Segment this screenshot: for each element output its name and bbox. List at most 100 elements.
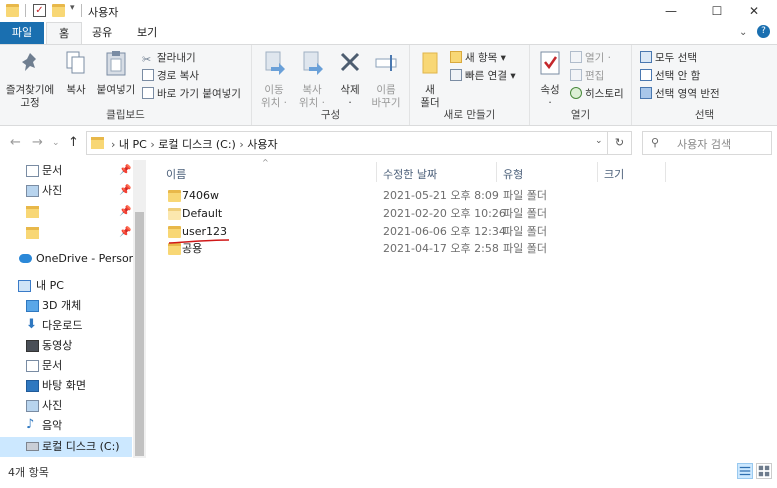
select-all-icon [640,51,652,63]
tab-share[interactable]: 공유 [80,22,124,44]
breadcrumb-users[interactable]: 사용자 [247,138,277,151]
nav-scrollbar-thumb[interactable] [135,212,144,456]
music-note-icon: ♪ [26,417,35,432]
film-icon [26,340,39,352]
nav-item-label: OneDrive - Personal [36,252,146,265]
nav-item-this-pc[interactable]: 내 PC [0,276,132,296]
minimize-button[interactable]: — [648,0,694,22]
open-group-label: 열기 [570,109,591,121]
table-row[interactable]: 7406w 2021-05-21 오후 8:09 파일 폴더 [160,187,777,205]
nav-item-folder-pinned[interactable]: 📌 [0,223,132,243]
address-bar[interactable]: › 내 PC › 로컬 디스크 (C:) › 사용자 ⌄ [86,131,608,155]
nav-item-local-disk[interactable]: 로컬 디스크 (C:) [0,437,132,457]
nav-item-label: 바탕 화면 [42,379,86,392]
search-box[interactable]: ⚲ 사용자 검색 [642,131,772,155]
tab-file[interactable]: 파일 [0,22,44,44]
breadcrumb-local-disk[interactable]: 로컬 디스크 (C:) [158,138,236,151]
table-row[interactable]: 공용 2021-04-17 오후 2:58 파일 폴더 [160,240,777,258]
column-header-size[interactable]: 크기 [604,166,624,182]
column-separator[interactable] [496,162,497,182]
open-button[interactable]: 열기 · [570,50,611,66]
table-row[interactable]: Default 2021-02-20 오후 10:26 파일 폴더 [160,205,777,223]
pin-to-quick-access-button[interactable]: 즐겨찾기에 고정 [2,49,58,110]
delete-button[interactable]: 삭제 · [334,49,366,110]
easy-access-button[interactable]: 빠른 연결 ▾ [450,68,516,84]
tab-home[interactable]: 홈 [46,22,83,44]
details-view-button[interactable] [737,463,753,479]
recent-dropdown-icon[interactable]: ⌄ [52,138,60,148]
new-folder-qa-icon[interactable] [52,4,65,17]
file-type: 파일 폴더 [503,242,547,255]
qa-dropdown-icon[interactable]: ▾ [70,3,75,13]
nav-item-documents[interactable]: 문서 [0,356,132,376]
pin-icon: 📌 [119,227,132,238]
rename-icon [375,55,397,71]
up-arrow-icon[interactable]: ↑ [68,135,79,150]
new-folder-button[interactable]: 새 폴더 [414,49,446,110]
nav-item-label: 사진 [42,399,63,412]
forward-arrow-icon[interactable]: → [32,135,43,150]
column-header-date[interactable]: 수정한 날짜 [383,166,437,182]
address-dropdown-icon[interactable]: ⌄ [595,136,603,146]
help-icon[interactable]: ? [757,25,770,38]
file-name: 7406w [182,189,219,202]
back-arrow-icon[interactable]: ← [10,135,21,150]
search-icon: ⚲ [651,136,660,149]
large-icons-view-button[interactable] [756,463,772,479]
nav-item-documents-pinned[interactable]: 문서 📌 [0,161,132,181]
download-arrow-icon: ⬇ [26,317,37,332]
nav-item-downloads[interactable]: ⬇ 다운로드 [0,316,132,336]
collapse-ribbon-icon[interactable]: ⌄ [739,27,747,38]
invert-selection-button[interactable]: 선택 영역 반전 [640,86,720,102]
select-all-button[interactable]: 모두 선택 [640,50,697,66]
refresh-button[interactable]: ↻ [608,131,632,155]
copy-path-button[interactable]: 경로 복사 [142,68,199,84]
open-icon [570,51,582,63]
nav-item-folder-pinned[interactable]: 📌 [0,202,132,222]
table-row[interactable]: user123 2021-06-06 오후 12:34 파일 폴더 [160,223,777,241]
paste-button[interactable]: 붙여넣기 [94,49,138,97]
column-separator[interactable] [665,162,666,182]
edit-button[interactable]: 편집 [570,68,604,84]
cut-button[interactable]: ✂ 잘라내기 [142,50,196,66]
new-item-button[interactable]: 새 항목 ▾ [450,50,506,66]
select-none-label: 선택 안 함 [655,70,701,82]
document-icon [26,360,39,372]
copy-path-icon [142,69,154,81]
nav-item-label: 동영상 [42,339,73,352]
select-group: 모두 선택 선택 안 함 선택 영역 반전 선택 [632,45,777,125]
history-button[interactable]: 히스토리 [570,86,624,102]
nav-item-label: 3D 개체 [42,299,82,312]
nav-item-label: 문서 [42,359,63,372]
paste-shortcut-button[interactable]: 바로 가기 붙여넣기 [142,86,241,102]
tab-view[interactable]: 보기 [125,22,169,44]
breadcrumb-separator: › [111,138,119,151]
nav-item-music[interactable]: ♪ 음악 [0,416,132,436]
copy-to-button[interactable]: 복사 위치 · [294,49,330,110]
column-separator[interactable] [597,162,598,182]
properties-button[interactable]: 속성 · [534,49,566,110]
new-group-label: 새로 만들기 [443,109,496,121]
column-separator[interactable] [376,162,377,182]
nav-item-pictures[interactable]: 사진 [0,396,132,416]
properties-qa-icon[interactable]: ✓ [33,4,46,17]
open-group: 속성 · 열기 · 편집 히스토리 열기 [530,45,632,125]
nav-item-desktop[interactable]: 바탕 화면 [0,376,132,396]
copy-path-label: 경로 복사 [157,70,199,82]
nav-item-3d-objects[interactable]: 3D 개체 [0,296,132,316]
select-none-button[interactable]: 선택 안 함 [640,68,700,84]
copy-icon [66,51,85,74]
nav-item-onedrive[interactable]: OneDrive - Personal [0,249,145,269]
close-button[interactable]: ✕ [731,0,777,22]
nav-item-videos[interactable]: 동영상 [0,336,132,356]
copy-button[interactable]: 복사 [60,49,92,97]
pictures-icon [26,400,39,412]
easy-access-icon [450,69,462,81]
move-to-button[interactable]: 이동 위치 · [256,49,292,110]
nav-item-label: 음악 [42,419,63,432]
nav-item-pictures-pinned[interactable]: 사진 📌 [0,181,132,201]
column-header-type[interactable]: 유형 [503,166,523,182]
rename-button[interactable]: 이름 바꾸기 [368,49,404,110]
breadcrumb-my-pc[interactable]: 내 PC [119,138,147,151]
column-header-name[interactable]: 이름 [166,166,186,182]
